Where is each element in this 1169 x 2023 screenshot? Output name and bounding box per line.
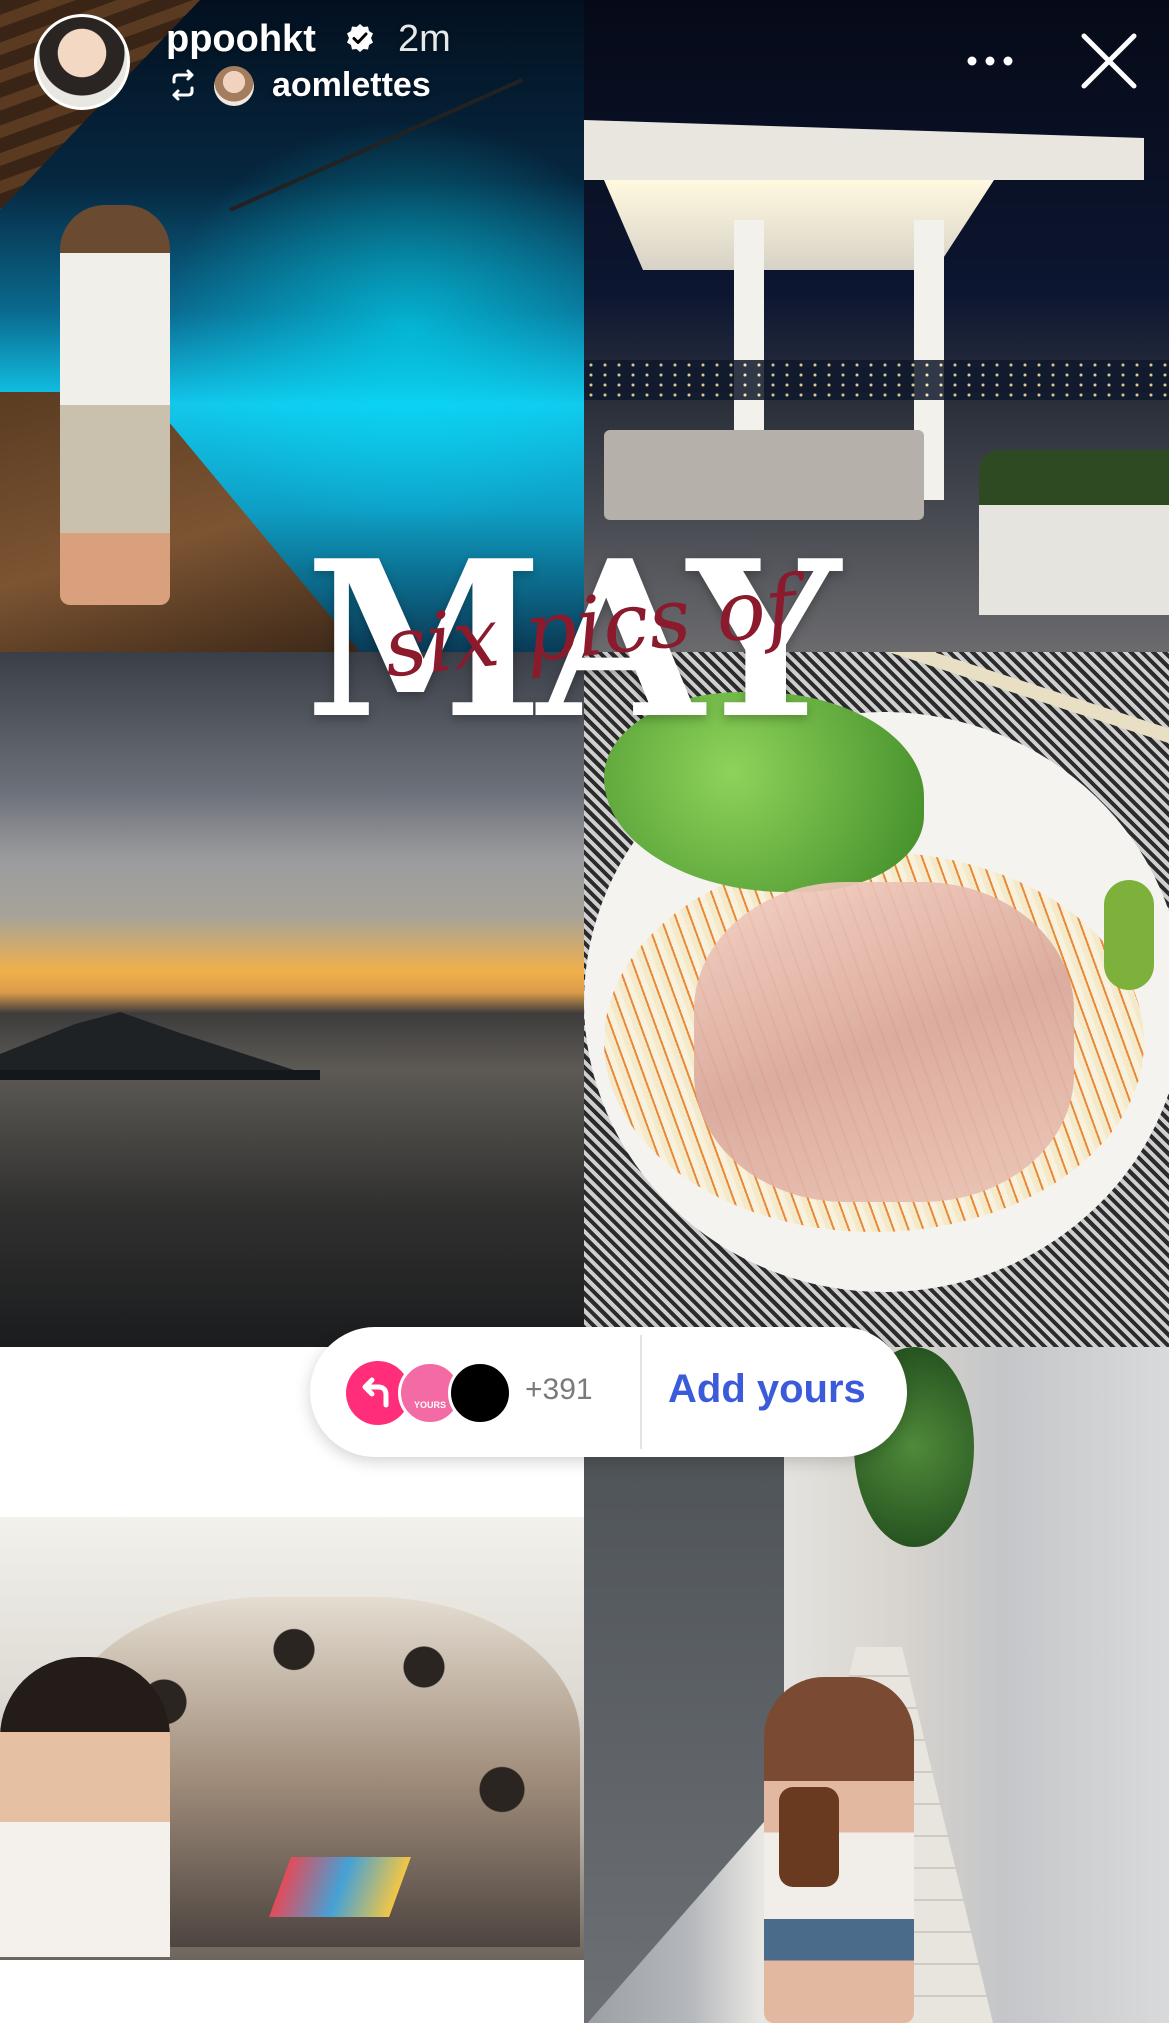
avatar[interactable]: [34, 14, 130, 110]
close-icon[interactable]: [1080, 30, 1138, 92]
username[interactable]: ppoohkt: [166, 18, 316, 61]
more-options-icon[interactable]: [962, 36, 1018, 86]
verified-badge-icon: [347, 24, 373, 52]
add-yours-pill: YOURS +391 Add yours: [310, 1327, 907, 1457]
repost-icon: [172, 69, 194, 101]
repost-avatar[interactable]: [214, 66, 254, 106]
post-time: 2m: [398, 18, 451, 60]
photo-sea-sunset: [0, 652, 584, 1347]
pill-divider: [640, 1335, 642, 1449]
photo-squid-dish: [584, 652, 1169, 1347]
story-viewer: MAY six pics of ppoohkt 2m aomlettes YOU…: [0, 0, 1169, 2023]
reposted-from-username[interactable]: aomlettes: [272, 66, 431, 105]
photo-group-party: [0, 1517, 584, 1960]
blank-white-bottom: [0, 1960, 584, 2023]
add-yours-button[interactable]: Add yours: [668, 1367, 866, 1412]
participant-avatar: [448, 1361, 512, 1425]
participant-count[interactable]: +391: [525, 1373, 593, 1407]
story-header: ppoohkt 2m aomlettes: [0, 0, 1169, 120]
